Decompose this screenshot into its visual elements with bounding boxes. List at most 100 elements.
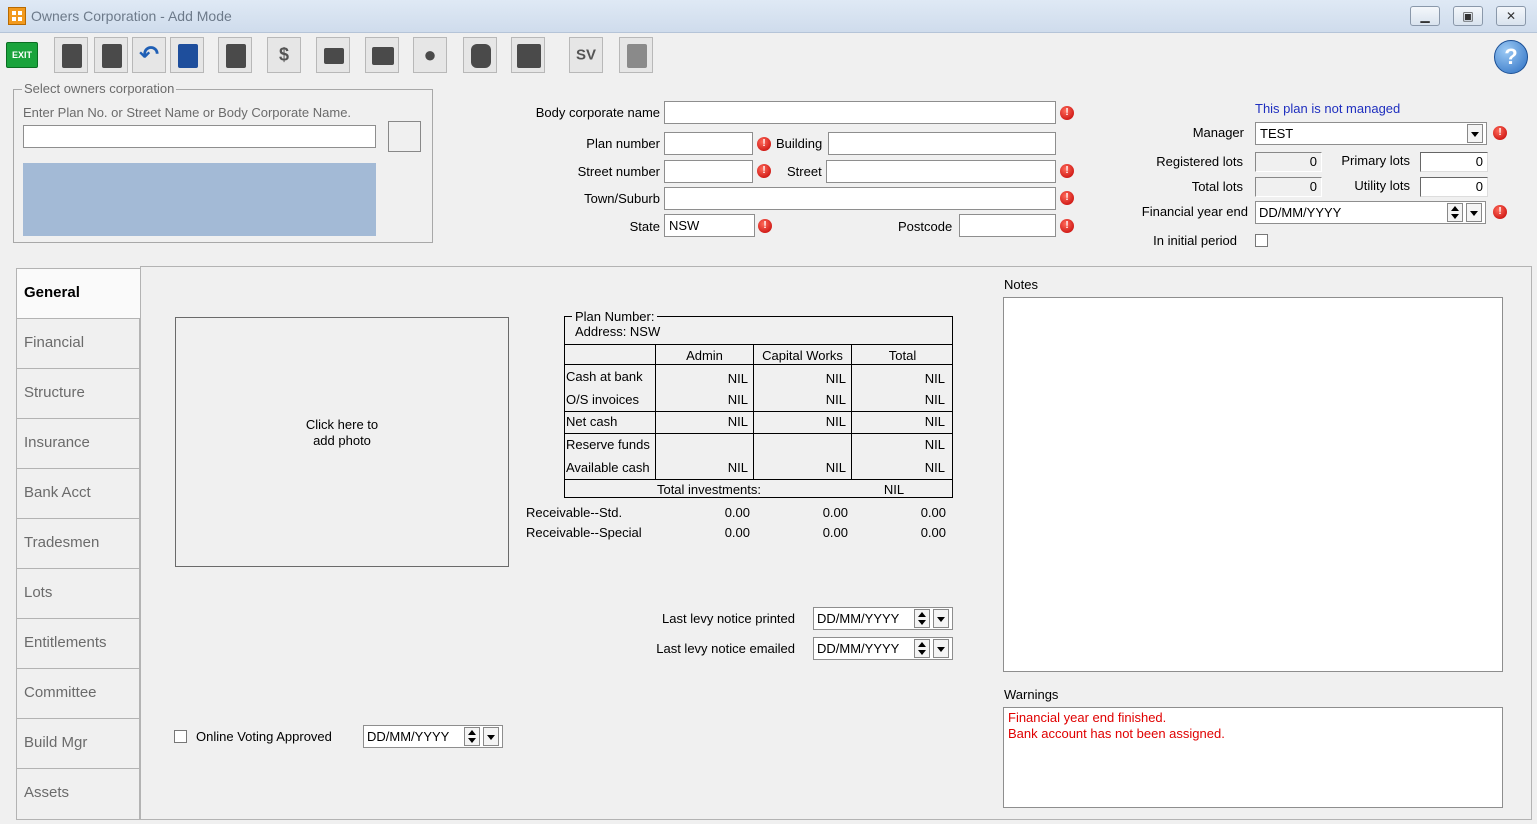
calendar-button[interactable] xyxy=(218,37,252,73)
calculator-button[interactable] xyxy=(619,37,653,73)
manager-dropdown-arrow[interactable] xyxy=(1467,124,1483,143)
financial-year-end-label: Financial year end xyxy=(1141,204,1248,219)
report-button[interactable] xyxy=(511,37,545,73)
street-number-label: Street number xyxy=(577,164,660,179)
folder-button[interactable] xyxy=(365,37,399,73)
body-corporate-name-input[interactable] xyxy=(664,101,1056,124)
tab-tradesmen[interactable]: Tradesmen xyxy=(16,518,140,568)
levy-printed-dropdown-arrow[interactable] xyxy=(933,609,949,628)
body-corporate-name-label: Body corporate name xyxy=(535,105,660,120)
levy-printed-label: Last levy notice printed xyxy=(662,611,795,626)
restore-icon: ▣ xyxy=(1462,9,1474,23)
search-input[interactable] xyxy=(23,125,376,148)
tab-committee[interactable]: Committee xyxy=(16,668,140,718)
required-icon: ! xyxy=(757,164,771,178)
notes-textarea[interactable] xyxy=(1003,297,1503,672)
plan-number-input[interactable] xyxy=(664,132,753,155)
levy-emailed-dropdown-arrow[interactable] xyxy=(933,639,949,658)
levy-emailed-date[interactable]: DD/MM/YYYY xyxy=(813,637,953,660)
undo-button[interactable]: ↶ xyxy=(132,37,166,73)
total-lots-label: Total lots xyxy=(1191,179,1243,194)
col-header-total: Total xyxy=(888,348,917,363)
search-results-list[interactable] xyxy=(23,163,376,236)
building-input[interactable] xyxy=(828,132,1056,155)
save-button[interactable] xyxy=(170,37,204,73)
required-icon: ! xyxy=(1060,106,1074,120)
financial-year-spinner[interactable] xyxy=(1447,203,1463,222)
exit-button[interactable]: EXIT xyxy=(6,42,38,68)
folder-icon xyxy=(372,47,394,65)
state-label: State xyxy=(629,219,660,234)
required-icon: ! xyxy=(1493,126,1507,140)
tab-insurance[interactable]: Insurance xyxy=(16,418,140,468)
required-icon: ! xyxy=(758,219,772,233)
receivable-special-total: 0.00 xyxy=(920,525,946,540)
tab-lots[interactable]: Lots xyxy=(16,568,140,618)
sv-button[interactable]: SV xyxy=(569,37,603,73)
required-icon: ! xyxy=(1060,164,1074,178)
registered-lots-label: Registered lots xyxy=(1156,154,1243,169)
select-hint: Enter Plan No. or Street Name or Body Co… xyxy=(23,105,352,120)
street-input[interactable] xyxy=(826,160,1056,183)
town-suburb-input[interactable] xyxy=(664,187,1056,210)
primary-lots-input[interactable]: 0 xyxy=(1420,152,1488,172)
close-icon: ✕ xyxy=(1505,9,1517,23)
tab-financial[interactable]: Financial xyxy=(16,318,140,368)
levy-emailed-label: Last levy notice emailed xyxy=(656,641,795,656)
levy-button[interactable]: $ xyxy=(267,37,301,73)
tab-bank-acct[interactable]: Bank Acct xyxy=(16,468,140,518)
summary-plan-number: Plan Number: xyxy=(572,309,658,324)
copy-document-button[interactable] xyxy=(94,37,128,73)
tab-structure[interactable]: Structure xyxy=(16,368,140,418)
tab-general[interactable]: General xyxy=(16,268,140,318)
total-investments-value: NIL xyxy=(883,482,905,497)
table-divider xyxy=(564,479,953,480)
receivable-special-label: Receivable--Special xyxy=(526,525,642,540)
tab-entitlements[interactable]: Entitlements xyxy=(16,618,140,668)
help-button[interactable]: ? xyxy=(1494,40,1528,74)
initial-period-label: In initial period xyxy=(1153,233,1237,248)
maximize-button[interactable]: ▣ xyxy=(1453,6,1483,26)
online-voting-spinner[interactable] xyxy=(464,727,480,746)
new-document-button[interactable] xyxy=(54,37,88,73)
tab-build-mgr[interactable]: Build Mgr xyxy=(16,718,140,768)
dollar-icon: $ xyxy=(278,44,290,65)
state-input[interactable]: NSW xyxy=(664,214,755,237)
table-divider xyxy=(564,411,953,412)
search-button[interactable] xyxy=(388,121,421,152)
utility-lots-input[interactable]: 0 xyxy=(1420,177,1488,197)
required-icon: ! xyxy=(1060,191,1074,205)
cell-value: NIL xyxy=(924,460,945,475)
cell-value: NIL xyxy=(825,414,846,429)
vehicle-button[interactable] xyxy=(316,37,350,73)
street-number-input[interactable] xyxy=(664,160,753,183)
levy-emailed-spinner[interactable] xyxy=(914,639,930,658)
cell-value: NIL xyxy=(825,460,846,475)
document-icon xyxy=(62,44,82,68)
online-voting-checkbox[interactable] xyxy=(174,730,187,743)
minimize-icon: ▁ xyxy=(1420,9,1430,23)
postcode-input[interactable] xyxy=(959,214,1056,237)
database-button[interactable] xyxy=(463,37,497,73)
photo-hint-line1: Click here to xyxy=(305,417,379,432)
table-divider xyxy=(655,344,656,479)
row-label: Available cash xyxy=(566,460,650,475)
receivable-std-total: 0.00 xyxy=(920,505,946,520)
minimize-button[interactable]: ▁ xyxy=(1410,6,1440,26)
financial-year-dropdown-arrow[interactable] xyxy=(1466,203,1482,222)
summary-address: Address: NSW xyxy=(575,324,661,339)
initial-period-checkbox[interactable] xyxy=(1255,234,1268,247)
idea-button[interactable]: ● xyxy=(413,37,447,73)
photo-hint-line2: add photo xyxy=(313,433,371,448)
database-icon xyxy=(471,44,491,68)
primary-lots-label: Primary lots xyxy=(1341,153,1410,168)
tab-assets[interactable]: Assets xyxy=(16,768,140,820)
levy-printed-date[interactable]: DD/MM/YYYY xyxy=(813,607,953,630)
levy-printed-spinner[interactable] xyxy=(914,609,930,628)
manager-select[interactable]: TEST xyxy=(1255,122,1487,145)
postcode-label: Postcode xyxy=(898,219,953,234)
table-divider xyxy=(851,344,852,479)
online-voting-date[interactable]: DD/MM/YYYY xyxy=(363,725,503,748)
close-window-button[interactable]: ✕ xyxy=(1496,6,1526,26)
online-voting-dropdown-arrow[interactable] xyxy=(483,727,499,746)
